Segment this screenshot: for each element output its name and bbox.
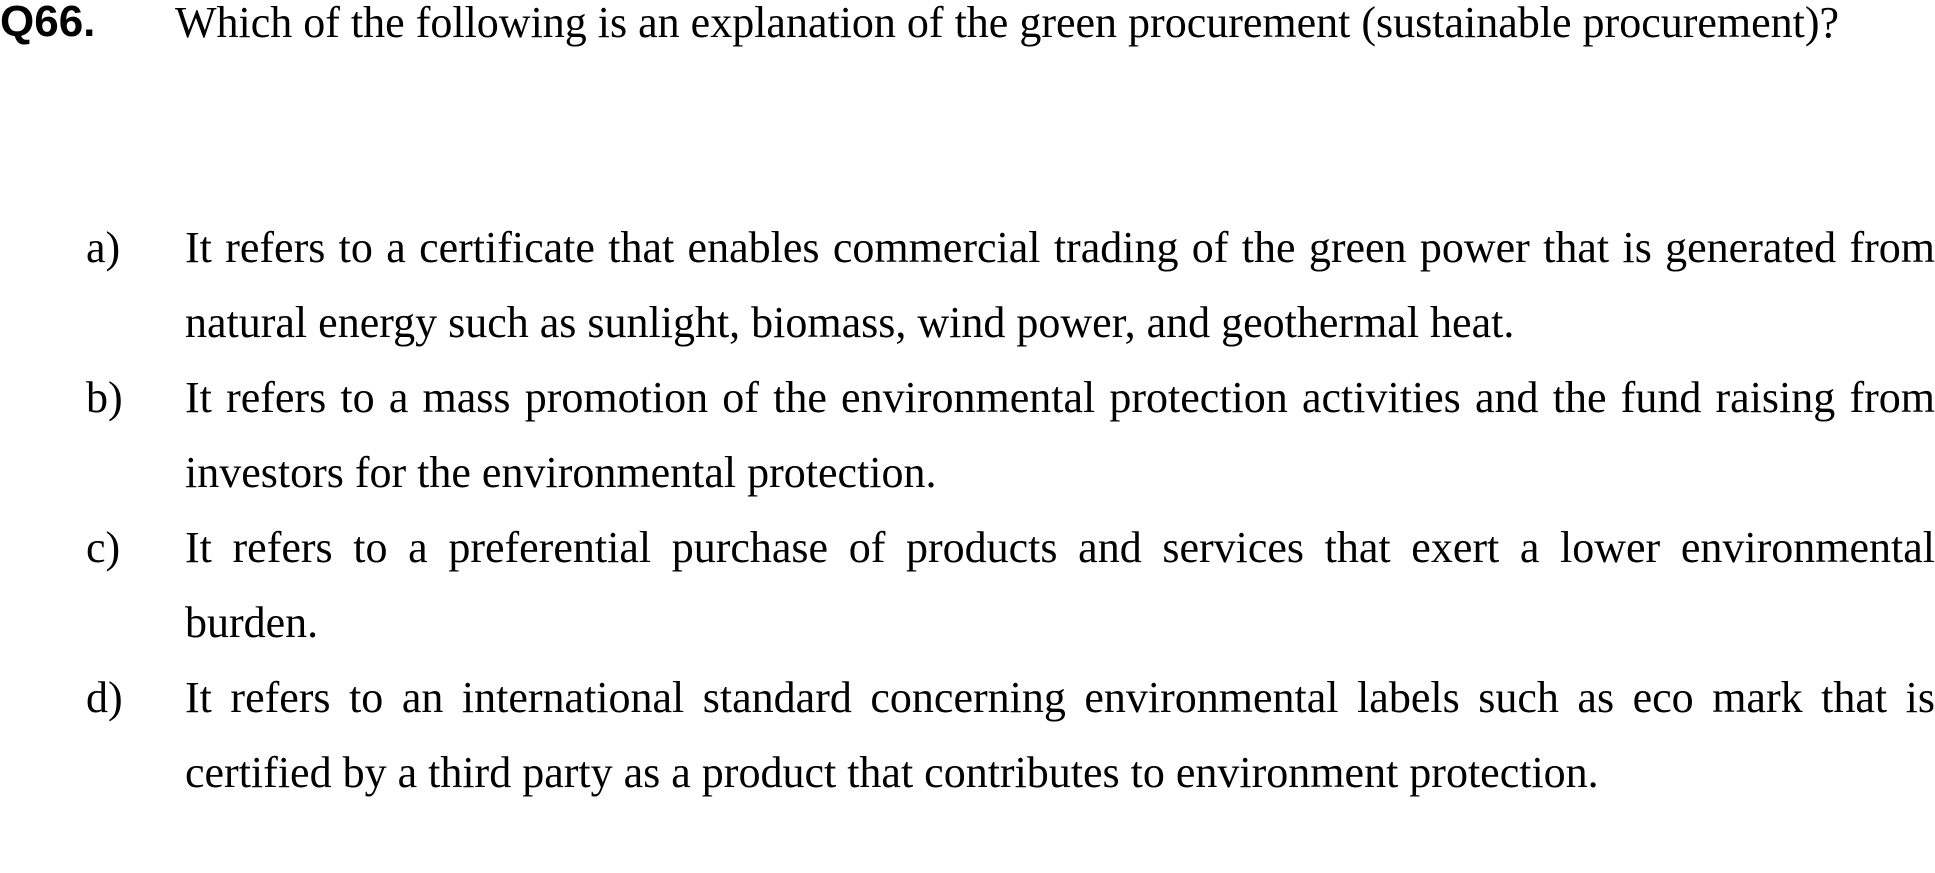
question-number: Q66. [0, 0, 96, 46]
answer-options: a) It refers to a certificate that enabl… [0, 210, 1935, 810]
option-b-text: It refers to a mass promotion of the env… [185, 373, 1935, 497]
option-c-letter: c) [86, 523, 121, 572]
option-d: d) It refers to an international standar… [0, 660, 1935, 810]
option-b: b) It refers to a mass promotion of the … [0, 360, 1935, 510]
option-d-text: It refers to an international standard c… [185, 673, 1935, 797]
option-b-letter: b) [86, 373, 123, 422]
option-d-letter: d) [86, 673, 123, 722]
option-c-text: It refers to a preferential purchase of … [185, 523, 1935, 647]
option-a: a) It refers to a certificate that enabl… [0, 210, 1935, 360]
question-text: Which of the following is an explanation… [175, 0, 1840, 47]
option-a-text: It refers to a certificate that enables … [185, 223, 1935, 347]
option-c: c) It refers to a preferential purchase … [0, 510, 1935, 660]
option-a-letter: a) [86, 223, 121, 272]
question-block: Q66. Which of the following is an explan… [0, 0, 1935, 150]
document-page: Q66. Which of the following is an explan… [0, 0, 1935, 873]
